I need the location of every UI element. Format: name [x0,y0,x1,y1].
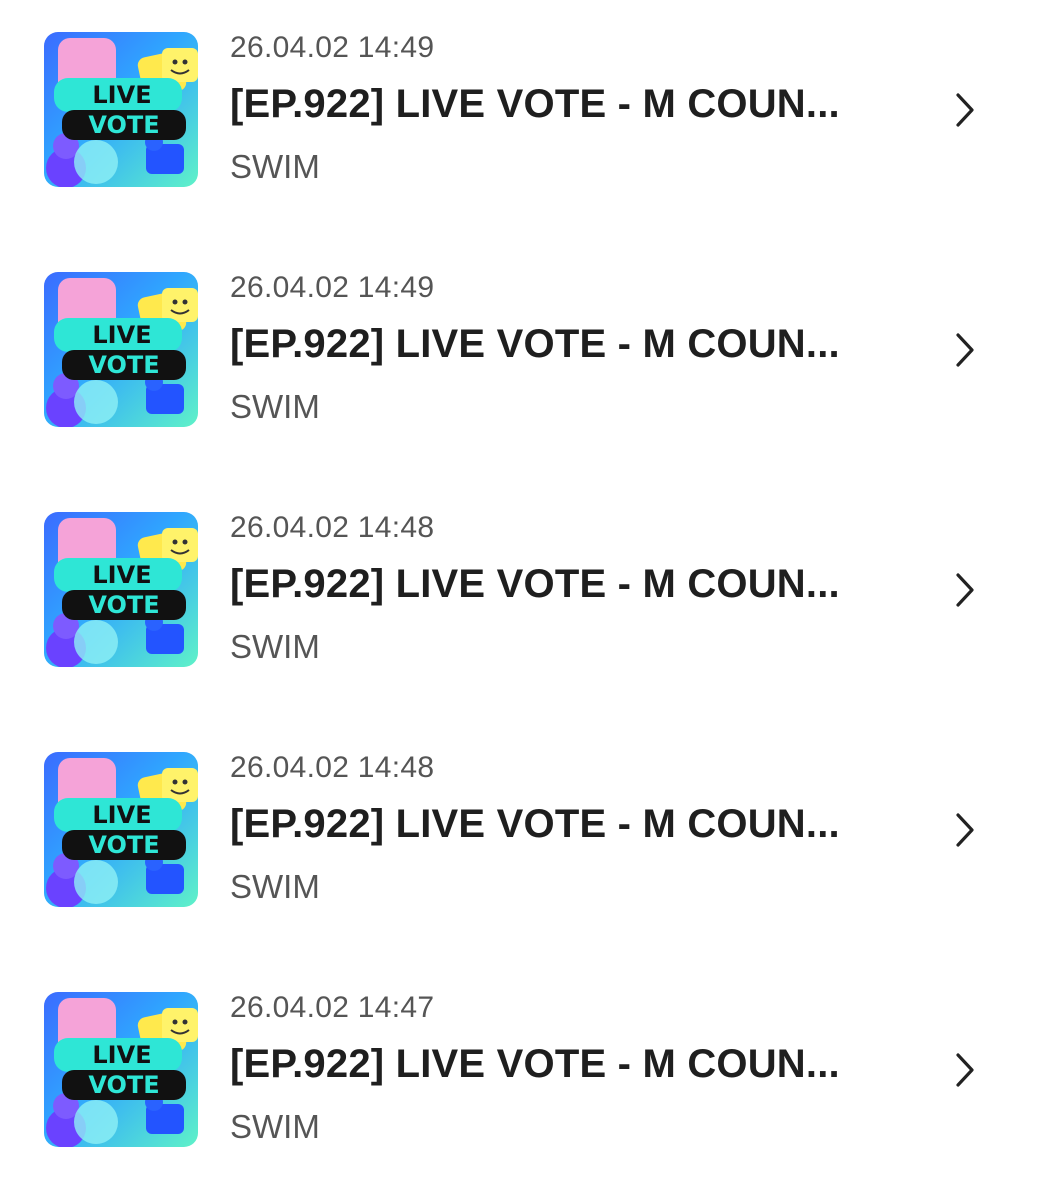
vote-history-list: LIVE VOTE 26.04.02 14:49 [EP.922] LIVE V… [0,0,1045,1200]
thumbnail-label-vote: VOTE [88,831,159,859]
live-vote-thumbnail: LIVE VOTE [44,32,198,187]
chevron-right-icon[interactable] [950,570,980,610]
item-source: SWIM [230,868,320,905]
item-source: SWIM [230,628,320,665]
thumbnail-label-vote: VOTE [88,591,159,619]
chevron-right-icon[interactable] [950,90,980,130]
live-vote-thumbnail: LIVE VOTE [44,752,198,907]
item-date: 26.04.02 14:49 [230,31,435,64]
list-item[interactable]: LIVE VOTE 26.04.02 14:48 [EP.922] LIVE V… [0,480,1045,720]
thumbnail-label-live: LIVE [92,801,151,829]
item-date: 26.04.02 14:48 [230,511,435,544]
item-title: [EP.922] LIVE VOTE - M COUN... [230,1042,840,1086]
item-title: [EP.922] LIVE VOTE - M COUN... [230,562,840,606]
chevron-right-icon[interactable] [950,1050,980,1090]
thumbnail-label-vote: VOTE [88,111,159,139]
thumbnail-label-vote: VOTE [88,351,159,379]
item-title: [EP.922] LIVE VOTE - M COUN... [230,802,840,846]
chevron-right-icon[interactable] [950,810,980,850]
thumbnail-label-live: LIVE [92,81,151,109]
list-item[interactable]: LIVE VOTE 26.04.02 14:48 [EP.922] LIVE V… [0,720,1045,960]
thumbnail-label-live: LIVE [92,321,151,349]
item-title: [EP.922] LIVE VOTE - M COUN... [230,82,840,126]
item-source: SWIM [230,1108,320,1145]
live-vote-thumbnail: LIVE VOTE [44,992,198,1147]
thumbnail-label-vote: VOTE [88,1071,159,1099]
item-source: SWIM [230,388,320,425]
thumbnail-label-live: LIVE [92,561,151,589]
item-date: 26.04.02 14:48 [230,751,435,784]
list-item[interactable]: LIVE VOTE 26.04.02 14:49 [EP.922] LIVE V… [0,0,1045,240]
item-title: [EP.922] LIVE VOTE - M COUN... [230,322,840,366]
live-vote-thumbnail: LIVE VOTE [44,272,198,427]
list-item[interactable]: LIVE VOTE 26.04.02 14:49 [EP.922] LIVE V… [0,240,1045,480]
list-item[interactable]: LIVE VOTE 26.04.02 14:47 [EP.922] LIVE V… [0,960,1045,1200]
item-source: SWIM [230,148,320,185]
item-date: 26.04.02 14:47 [230,991,435,1024]
live-vote-thumbnail: LIVE VOTE [44,512,198,667]
item-date: 26.04.02 14:49 [230,271,435,304]
chevron-right-icon[interactable] [950,330,980,370]
thumbnail-label-live: LIVE [92,1041,151,1069]
